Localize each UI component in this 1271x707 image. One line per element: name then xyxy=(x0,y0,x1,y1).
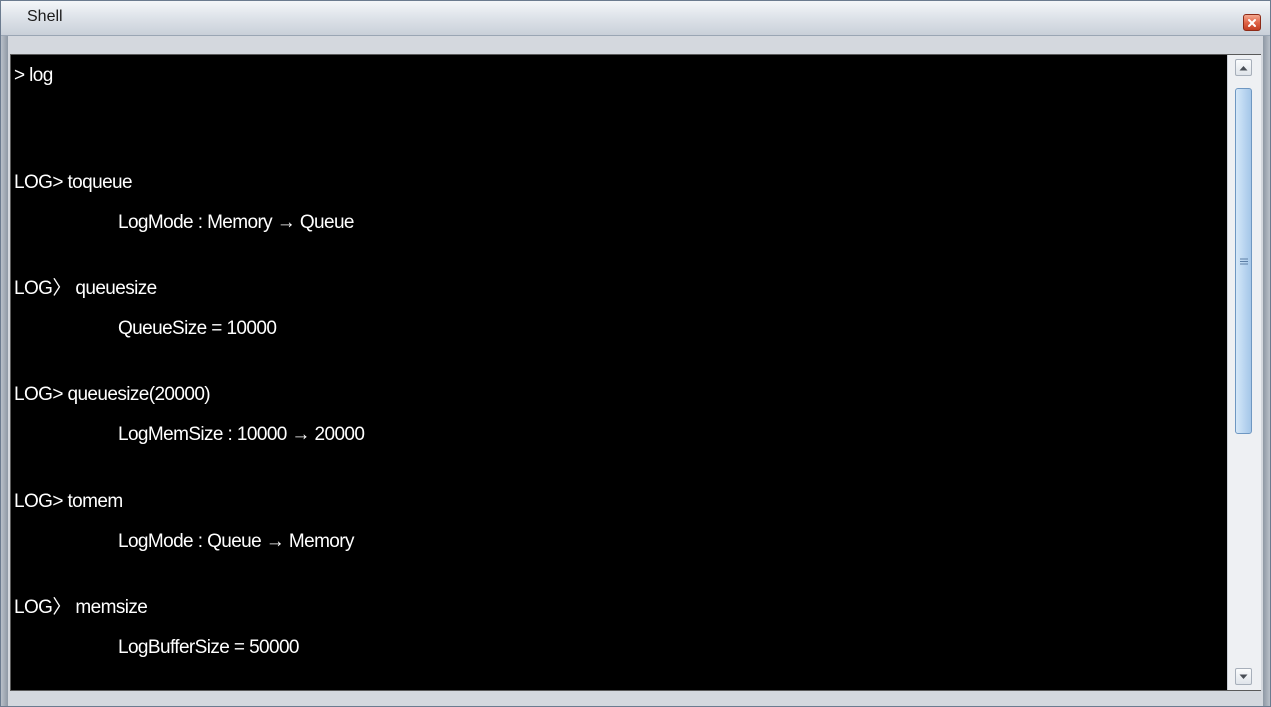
console-area[interactable]: > log LOG> toqueue LogMode : Memory → Qu… xyxy=(10,54,1261,691)
title-bar[interactable]: Shell xyxy=(1,1,1270,36)
scroll-up-button[interactable] xyxy=(1235,59,1252,76)
shell-window: Shell > log LOG> toqueue LogMode : Memor… xyxy=(0,0,1271,707)
close-icon xyxy=(1248,18,1256,27)
console-line: LOG> queuesize(20000) xyxy=(14,384,211,405)
console-line: LogMemSize : 10000 → 20000 xyxy=(118,424,365,445)
console-line: LogMode : Queue → Memory xyxy=(118,531,354,552)
vertical-scrollbar[interactable] xyxy=(1227,55,1261,690)
console-line: > log xyxy=(14,65,53,86)
grip-icon xyxy=(1239,258,1248,264)
close-button[interactable] xyxy=(1243,14,1261,31)
console-line: LOG〉 memsize xyxy=(14,597,148,618)
scroll-down-button[interactable] xyxy=(1235,668,1252,685)
console-line: LOG> tomem xyxy=(14,491,123,512)
console-line: LOG> toqueue xyxy=(14,172,133,193)
console-line: LogMode : Memory → Queue xyxy=(118,212,354,233)
scroll-thumb[interactable] xyxy=(1235,88,1252,434)
scroll-up-arrow-icon xyxy=(1239,65,1248,70)
console-line: QueueSize = 10000 xyxy=(118,318,277,339)
console-output[interactable]: > log LOG> toqueue LogMode : Memory → Qu… xyxy=(11,55,1227,690)
console-line: LOG〉 queuesize xyxy=(14,278,157,299)
window-title: Shell xyxy=(27,8,63,25)
window-frame-left xyxy=(1,36,8,706)
console-line: LogBufferSize = 50000 xyxy=(118,637,300,658)
scroll-down-arrow-icon xyxy=(1239,674,1248,679)
window-frame-right xyxy=(1263,36,1270,706)
